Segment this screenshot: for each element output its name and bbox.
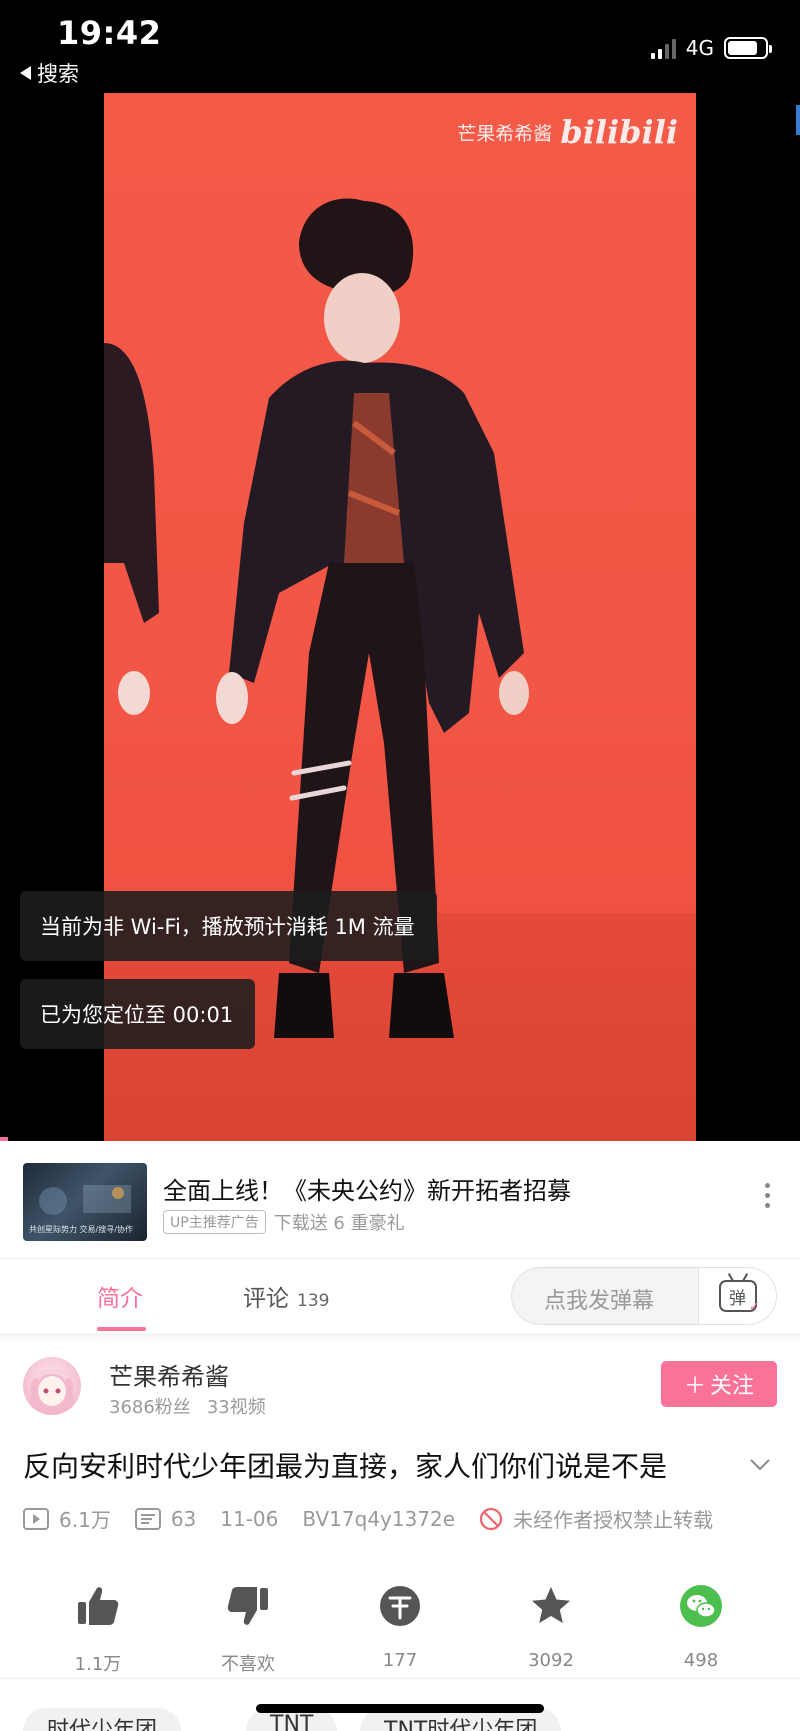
signal-icon — [650, 37, 676, 59]
play-count-icon — [23, 1507, 49, 1530]
uploader-name[interactable]: 芒果希希酱 — [109, 1357, 229, 1392]
plus-icon: ＋ — [683, 1374, 706, 1399]
copyright-text: 未经作者授权禁止转载 — [513, 1508, 714, 1532]
check-icon: ✓ — [748, 1299, 761, 1315]
ad-banner[interactable]: 共创星际势力 交易/搜寻/协作 全面上线！《未央公约》新开拓者招募 UP主推荐广… — [0, 1141, 800, 1259]
watermark-user: 芒果希希酱 — [457, 122, 553, 145]
bvid: BV17q4y1372e — [302, 1506, 456, 1531]
comments-count: 139 — [297, 1291, 330, 1311]
uploader-stats: 3686粉丝 33视频 — [109, 1393, 266, 1419]
no-repost-icon — [479, 1507, 503, 1530]
danmaku-icon-char: 弹 — [729, 1288, 746, 1309]
dislike-button[interactable]: 不喜欢 — [193, 1580, 303, 1676]
back-to-search-button[interactable]: 搜索 — [20, 58, 79, 88]
star-icon — [532, 1587, 570, 1623]
ad-description: 下载送 6 重豪礼 — [273, 1213, 405, 1234]
tab-intro[interactable]: 简介 — [97, 1279, 143, 1313]
section-divider — [0, 1678, 800, 1679]
view-stat: 6.1万 — [23, 1504, 111, 1533]
battery-level — [728, 41, 757, 55]
avatar[interactable] — [23, 1357, 81, 1415]
video-title[interactable]: 反向安利时代少年团最为直接，家人们你们说是不是 — [23, 1445, 743, 1485]
share-count: 498 — [683, 1650, 719, 1671]
chevron-down-icon[interactable] — [748, 1452, 772, 1476]
detail-tabs: 简介 评论 139 点我发弹幕 弹 ✓ — [0, 1259, 800, 1333]
favorite-count: 3092 — [528, 1650, 574, 1671]
tab-divider — [0, 1333, 800, 1345]
network-type: 4G — [685, 36, 714, 60]
video-player[interactable]: 芒果希希酱 bilibili 当前为非 Wi-Fi，播放预计消耗 1M 流量 已… — [0, 93, 800, 1141]
coin-icon — [380, 1586, 420, 1626]
resume-position-toast: 已为您定位至 00:01 — [20, 979, 256, 1049]
back-label: 搜索 — [37, 62, 79, 86]
coin-button[interactable]: 177 — [345, 1580, 455, 1671]
watermark: 芒果希希酱 bilibili — [457, 113, 678, 151]
danmaku-icon: 弹 ✓ — [718, 1280, 761, 1315]
follow-label: 关注 — [710, 1374, 755, 1399]
status-time: 19:42 — [57, 14, 162, 52]
tab-comments-label: 评论 — [243, 1286, 289, 1312]
dislike-label: 不喜欢 — [221, 1654, 275, 1675]
ad-thumbnail-caption: 共创星际势力 交易/搜寻/协作 — [29, 1225, 133, 1234]
home-indicator[interactable] — [256, 1704, 544, 1713]
bilibili-logo-icon: bilibili — [560, 113, 678, 151]
share-button[interactable]: 498 — [646, 1580, 756, 1671]
danmaku-toggle-button[interactable]: 弹 ✓ — [698, 1268, 776, 1324]
follow-button[interactable]: ＋ 关注 — [661, 1361, 777, 1407]
ad-subline: UP主推荐广告 下载送 6 重豪礼 — [163, 1209, 405, 1235]
thumbs-up-icon — [78, 1587, 119, 1625]
tab-comments[interactable]: 评论 139 — [243, 1279, 329, 1313]
action-bar: 1.1万 不喜欢 177 3092 498 — [0, 1570, 800, 1680]
copyright-notice: 未经作者授权禁止转载 — [479, 1504, 713, 1533]
thumbs-down-icon — [227, 1587, 268, 1625]
ad-title[interactable]: 全面上线！《未央公约》新开拓者招募 — [163, 1171, 571, 1206]
status-bar: 19:42 搜索 4G — [0, 0, 800, 93]
wechat-icon — [680, 1585, 722, 1627]
status-indicators: 4G — [650, 36, 772, 60]
back-arrow-icon — [20, 66, 31, 80]
video-count: 33视频 — [206, 1397, 266, 1418]
battery-icon — [724, 37, 772, 59]
more-options-icon[interactable] — [765, 1183, 770, 1208]
coin-count: 177 — [382, 1650, 418, 1671]
danmaku-stat: 63 — [134, 1506, 197, 1531]
fans-count: 3686粉丝 — [109, 1397, 191, 1418]
like-count: 1.1万 — [74, 1654, 122, 1675]
view-count: 6.1万 — [59, 1508, 111, 1532]
network-usage-toast: 当前为非 Wi-Fi，播放预计消耗 1M 流量 — [20, 891, 437, 961]
danmaku-count: 63 — [170, 1506, 197, 1531]
tag-chip[interactable]: 时代少年团 — [23, 1708, 182, 1731]
uploader-row: 芒果希希酱 3686粉丝 33视频 ＋ 关注 — [0, 1345, 800, 1435]
danmaku-placeholder: 点我发弹幕 — [544, 1289, 655, 1314]
avatar-art — [31, 1369, 73, 1415]
ad-thumbnail[interactable]: 共创星际势力 交易/搜寻/协作 — [23, 1163, 147, 1241]
like-button[interactable]: 1.1万 — [43, 1580, 153, 1676]
danmaku-count-icon — [134, 1507, 161, 1530]
danmaku-input[interactable]: 点我发弹幕 弹 ✓ — [511, 1267, 777, 1325]
publish-date: 11-06 — [220, 1506, 279, 1531]
tab-active-indicator — [97, 1327, 146, 1331]
video-meta: 6.1万 63 11-06 BV17q4y1372e 未经作者授权禁止转载 — [23, 1504, 713, 1533]
edge-indicator — [796, 105, 800, 135]
favorite-button[interactable]: 3092 — [496, 1580, 606, 1671]
ad-tag: UP主推荐广告 — [163, 1210, 266, 1234]
